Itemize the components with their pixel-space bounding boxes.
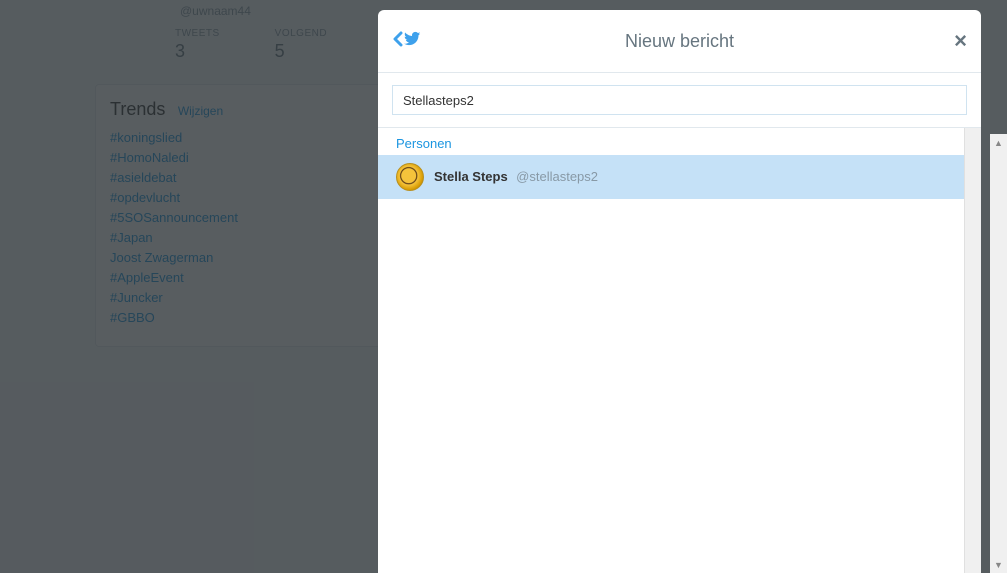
page-scrollbar[interactable]: ▲ ▼ bbox=[990, 134, 1007, 573]
results-scrollbar[interactable] bbox=[964, 128, 981, 573]
person-name: Stella Steps bbox=[434, 169, 508, 184]
twitter-bird-icon bbox=[404, 30, 421, 52]
back-button[interactable] bbox=[392, 30, 421, 52]
person-result-row[interactable]: Stella Steps @stellasteps2 bbox=[378, 155, 981, 199]
results-section-label: Personen bbox=[378, 128, 981, 155]
chevron-left-icon bbox=[392, 31, 403, 52]
modal-title: Nieuw bericht bbox=[625, 31, 734, 52]
scroll-up-button[interactable]: ▲ bbox=[990, 134, 1007, 151]
results-area: Personen Stella Steps @stellasteps2 bbox=[378, 128, 981, 573]
avatar bbox=[396, 163, 424, 191]
new-message-modal: Nieuw bericht × Personen Stella Steps @s… bbox=[378, 10, 981, 573]
modal-header: Nieuw bericht × bbox=[378, 10, 981, 73]
scroll-down-button[interactable]: ▼ bbox=[990, 556, 1007, 573]
recipient-search-input[interactable] bbox=[392, 85, 967, 115]
close-button[interactable]: × bbox=[954, 28, 967, 54]
person-handle: @stellasteps2 bbox=[516, 169, 598, 184]
close-icon: × bbox=[954, 28, 967, 53]
